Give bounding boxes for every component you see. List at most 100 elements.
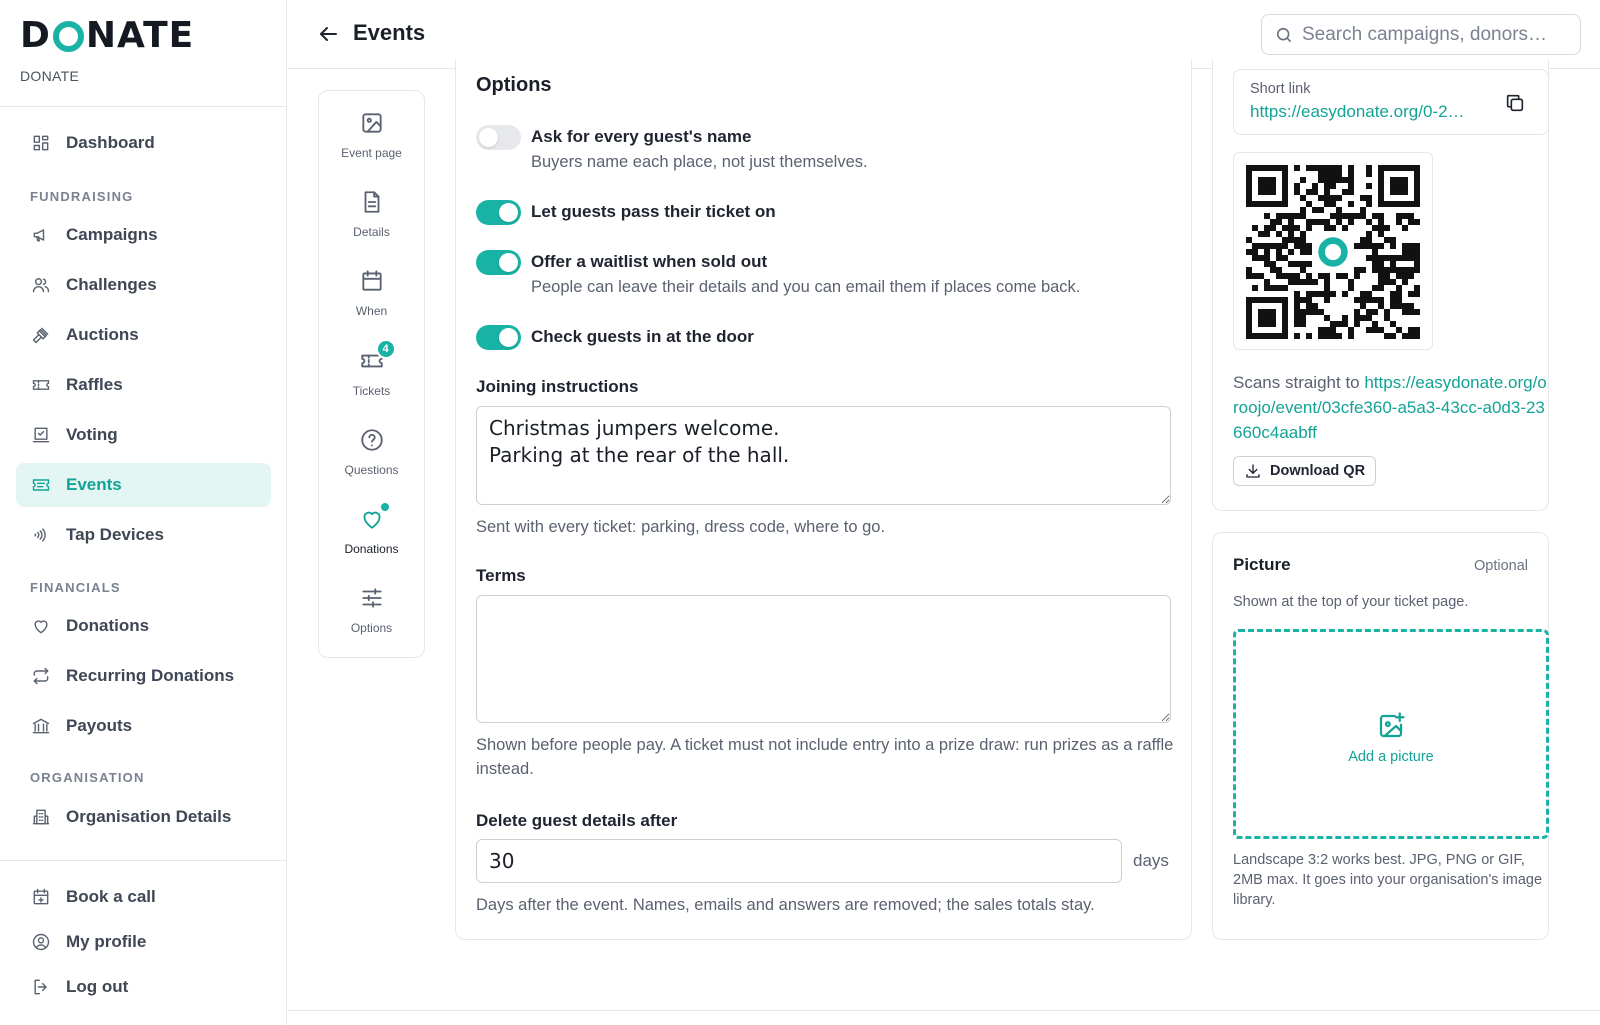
- search-input[interactable]: [1302, 23, 1572, 46]
- sidebar-item-my-profile[interactable]: My profile: [16, 920, 271, 964]
- sidebar-item-auctions[interactable]: Auctions: [16, 313, 271, 357]
- sidebar-item-label: Voting: [66, 425, 118, 444]
- sliders-icon: [359, 585, 385, 611]
- sidebar-item-organisation-details[interactable]: Organisation Details: [16, 795, 271, 839]
- step-questions[interactable]: Questions: [319, 427, 424, 477]
- add-picture-label: Add a picture: [1348, 749, 1434, 765]
- sidebar-item-label: Donations: [66, 616, 150, 635]
- sidebar-item-campaigns[interactable]: Campaigns: [16, 213, 271, 257]
- step-event-page[interactable]: Event page: [319, 110, 424, 160]
- gavel-icon: [30, 324, 52, 346]
- org-name: DONATE: [20, 68, 80, 84]
- toggle-label: Check guests in at the door: [531, 327, 754, 346]
- building-icon: [30, 806, 52, 828]
- picture-footer: Landscape 3:2 works best. JPG, PNG or GI…: [1233, 852, 1543, 908]
- top-bar: Events: [288, 0, 1600, 69]
- sidebar: D NATE DONATE Dashboard FUNDRAISING Campa…: [0, 0, 287, 1025]
- event-steps-nav: Event page Details When 4 Tickets Questi…: [318, 90, 425, 658]
- step-tickets[interactable]: 4 Tickets: [319, 339, 424, 398]
- short-link-box: Short link https://easydonate.org/0-2…: [1233, 69, 1549, 135]
- joining-instructions-field[interactable]: Christmas jumpers welcome. Parking at th…: [476, 406, 1171, 505]
- step-donations[interactable]: Donations: [319, 503, 424, 556]
- logo-letters: NATE: [85, 15, 195, 56]
- toggle-row-pass-ticket: Let guests pass their ticket on: [476, 200, 776, 225]
- step-label: Options: [350, 621, 393, 635]
- step-details[interactable]: Details: [319, 189, 424, 239]
- sidebar-item-tap-devices[interactable]: Tap Devices: [16, 513, 271, 557]
- step-options[interactable]: Options: [319, 585, 424, 635]
- search-icon: [1276, 27, 1292, 42]
- sidebar-item-label: Auctions: [66, 325, 139, 344]
- scan-prefix: Scans straight to: [1233, 373, 1365, 392]
- toggle-row-waitlist: Offer a waitlist when sold out People ca…: [476, 250, 1080, 299]
- joining-instructions-help: Sent with every ticket: parking, dress c…: [476, 518, 886, 536]
- qr-logo-ring: [1318, 237, 1348, 267]
- ticket-icon: 4: [359, 339, 396, 374]
- search-box[interactable]: [1261, 14, 1581, 55]
- user-circle-icon: [30, 931, 52, 953]
- share-card: Short link https://easydonate.org/0-2… S…: [1212, 60, 1549, 511]
- toggle-help: Buyers name each place, not just themsel…: [531, 153, 868, 171]
- copy-button[interactable]: [1504, 92, 1526, 114]
- ticket-icon: [30, 374, 52, 396]
- picture-dropzone[interactable]: Add a picture: [1233, 629, 1549, 839]
- qr-finder-center: [1258, 177, 1276, 195]
- sidebar-item-voting[interactable]: Voting: [16, 413, 271, 457]
- logo-o-ring: [52, 20, 84, 52]
- sidebar-divider: [0, 106, 287, 107]
- sidebar-item-donations[interactable]: Donations: [16, 604, 271, 648]
- step-label: Tickets: [352, 384, 391, 398]
- picture-card: Picture Optional Shown at the top of you…: [1212, 532, 1549, 940]
- sidebar-item-label: My profile: [66, 932, 147, 951]
- guest-names-toggle[interactable]: [476, 125, 521, 150]
- heart-icon: [30, 615, 52, 637]
- section-fundraising: FUNDRAISING: [30, 189, 134, 204]
- toggle-label: Offer a waitlist when sold out: [531, 252, 768, 271]
- terms-field[interactable]: [476, 595, 1171, 723]
- page-title: Events: [353, 20, 426, 45]
- options-card: Options Ask for every guest's name Buyer…: [455, 60, 1192, 940]
- sidebar-item-events[interactable]: Events: [16, 463, 271, 507]
- sidebar-item-dashboard[interactable]: Dashboard: [16, 121, 271, 165]
- sidebar-item-payouts[interactable]: Payouts: [16, 704, 271, 748]
- picture-help: Shown at the top of your ticket page.: [1233, 594, 1469, 610]
- sidebar-item-label: Dashboard: [66, 133, 155, 152]
- delete-after-input[interactable]: [476, 839, 1122, 883]
- app-root: D NATE DONATE Dashboard FUNDRAISING Campa…: [0, 0, 1600, 1025]
- options-title: Options: [476, 74, 552, 96]
- copy-icon: [1506, 94, 1524, 112]
- arrow-left-icon: [320, 27, 337, 41]
- sidebar-item-challenges[interactable]: Challenges: [16, 263, 271, 307]
- sidebar-item-book-a-call[interactable]: Book a call: [16, 875, 271, 919]
- sidebar-item-label: Recurring Donations: [66, 666, 235, 685]
- toggle-help: People can leave their details and you c…: [531, 278, 1081, 296]
- sidebar-item-recurring-donations[interactable]: Recurring Donations: [16, 654, 271, 698]
- picture-optional-label: Optional: [1473, 558, 1528, 574]
- pass-ticket-toggle[interactable]: [476, 200, 521, 225]
- brand[interactable]: D NATE DONATE: [20, 14, 194, 84]
- picture-title: Picture: [1233, 555, 1291, 574]
- logo-letter-d: D: [20, 15, 51, 56]
- footer-divider: [288, 1010, 1600, 1011]
- qr-finder-center: [1258, 309, 1276, 327]
- waitlist-toggle[interactable]: [476, 250, 521, 275]
- users-icon: [30, 274, 52, 296]
- calendar-plus-icon: [30, 886, 52, 908]
- section-organisation: ORGANISATION: [30, 770, 145, 785]
- short-link-url[interactable]: https://easydonate.org/0-2…: [1250, 102, 1485, 122]
- download-qr-button[interactable]: Download QR: [1233, 456, 1377, 486]
- ballot-icon: [30, 424, 52, 446]
- back-button[interactable]: [316, 22, 340, 46]
- document-icon: [359, 189, 385, 215]
- image-icon: [359, 110, 385, 136]
- sidebar-item-label: Book a call: [66, 887, 156, 906]
- sidebar-item-raffles[interactable]: Raffles: [16, 363, 271, 407]
- logo: D NATE: [20, 14, 194, 58]
- toggle-knob: [479, 128, 498, 147]
- download-qr-label: Download QR: [1270, 463, 1366, 479]
- repeat-icon: [30, 665, 52, 687]
- check-in-toggle[interactable]: [476, 325, 521, 350]
- step-when[interactable]: When: [319, 268, 424, 318]
- terms-label: Terms: [476, 566, 526, 585]
- sidebar-item-log-out[interactable]: Log out: [16, 965, 271, 1009]
